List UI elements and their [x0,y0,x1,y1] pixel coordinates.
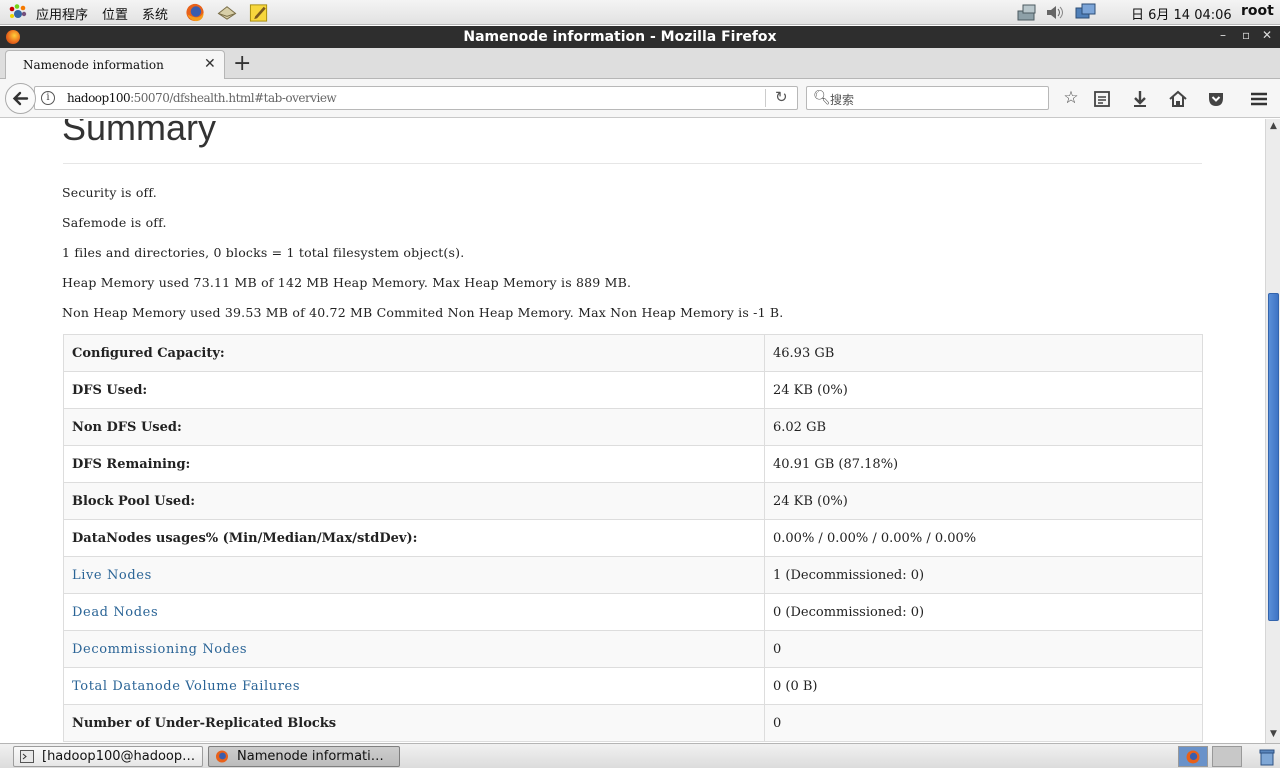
text-editor-launcher-icon[interactable] [248,2,270,23]
row-key: Non DFS Used: [63,408,765,446]
row-value: 46.93 GB [764,334,1203,372]
dead-nodes-link[interactable]: Dead Nodes [63,593,765,631]
security-status: Security is off. [62,185,157,200]
top-panel: 应用程序 位置 系统 日 6月 14 04:06 root [0,0,1280,25]
user-name[interactable]: root [1241,3,1274,19]
workspace-1[interactable] [1178,746,1208,767]
home-icon[interactable] [1167,88,1189,110]
row-value: 0 [764,630,1203,668]
new-tab-button[interactable]: + [233,51,251,76]
menu-icon[interactable] [1248,88,1270,110]
row-key: DFS Remaining: [63,445,765,483]
table-row: Dead Nodes 0 (Decommissioned: 0) [63,593,1203,631]
row-value: 24 KB (0%) [764,371,1203,409]
scroll-thumb[interactable] [1268,293,1279,621]
row-value: 0.00% / 0.00% / 0.00% / 0.00% [764,519,1203,557]
terminal-icon [20,750,34,763]
row-key: DFS Used: [63,371,765,409]
download-icon[interactable] [1129,88,1151,110]
back-arrow-icon [12,91,29,106]
bottom-taskbar: [hadoop100@hadoop… Namenode informati… [0,743,1280,768]
maximize-button[interactable]: ▫ [1242,28,1250,42]
summary-table: Configured Capacity: 46.93 GB DFS Used: 24… [63,334,1203,742]
mail-launcher-icon[interactable] [216,2,238,23]
url-text[interactable]: hadoop100:50070/dfshealth.html#tab-overv… [67,91,337,105]
row-key: Block Pool Used: [63,482,765,520]
minimize-button[interactable]: – [1220,28,1226,42]
live-nodes-link[interactable]: Live Nodes [63,556,765,594]
scroll-up-icon[interactable]: ▲ [1267,120,1280,133]
firefox-launcher-icon[interactable] [184,2,206,23]
url-host: hadoop100 [67,91,131,105]
menu-applications[interactable]: 应用程序 [36,4,88,23]
page-title: Summary [62,119,217,148]
window-title: Namenode information - Mozilla Firefox [463,29,777,45]
row-key: Configured Capacity: [63,334,765,372]
table-row: Decommissioning Nodes 0 [63,630,1203,668]
volume-failures-link[interactable]: Total Datanode Volume Failures [63,667,765,705]
row-value: 1 (Decommissioned: 0) [764,556,1203,594]
star-icon[interactable]: ☆ [1060,88,1082,110]
row-value: 0 (Decommissioned: 0) [764,593,1203,631]
display-icon[interactable] [1074,3,1096,22]
table-row: DFS Remaining: 40.91 GB (87.18%) [63,445,1203,483]
row-key: Number of Under-Replicated Blocks [63,704,765,742]
back-button[interactable] [5,83,36,114]
volume-icon[interactable] [1044,3,1066,22]
window-titlebar: Namenode information - Mozilla Firefox –… [0,26,1280,48]
table-row: DataNodes usages% (Min/Median/Max/stdDev… [63,519,1203,557]
page-content: Summary Security is off. Safemode is off… [0,119,1265,743]
row-value: 24 KB (0%) [764,482,1203,520]
network-icon[interactable] [1016,3,1038,22]
pocket-icon[interactable] [1205,88,1227,110]
tab-strip: Namenode information ✕ + [0,48,1280,80]
task-firefox[interactable]: Namenode informati… [208,746,400,767]
url-path: :50070/dfshealth.html#tab-overview [130,91,337,105]
non-heap-memory: Non Heap Memory used 39.53 MB of 40.72 M… [62,305,784,320]
row-value: 6.02 GB [764,408,1203,446]
row-key: DataNodes usages% (Min/Median/Max/stdDev… [63,519,765,557]
workspace-2[interactable] [1212,746,1242,767]
clock[interactable]: 日 6月 14 04:06 [1131,4,1232,23]
menu-system[interactable]: 系统 [142,4,168,23]
safemode-status: Safemode is off. [62,215,167,230]
table-row: Total Datanode Volume Failures 0 (0 B) [63,667,1203,705]
search-placeholder: 搜索 [830,93,855,107]
search-icon: 🔍︎ [813,90,831,106]
nav-bar: i hadoop100:50070/dfshealth.html#tab-ove… [0,79,1280,118]
row-value: 0 [764,704,1203,742]
table-row: Configured Capacity: 46.93 GB [63,334,1203,372]
reading-list-icon[interactable] [1091,88,1113,110]
site-info-icon[interactable]: i [41,91,55,105]
heap-memory: Heap Memory used 73.11 MB of 142 MB Heap… [62,275,632,290]
tab-namenode[interactable]: Namenode information ✕ [5,50,225,80]
table-row: Block Pool Used: 24 KB (0%) [63,482,1203,520]
task-label: [hadoop100@hadoop… [42,749,196,764]
row-value: 0 (0 B) [764,667,1203,705]
firefox-icon [216,750,228,763]
close-window-button[interactable]: ✕ [1262,28,1272,42]
filesystem-objects: 1 files and directories, 0 blocks = 1 to… [62,245,465,260]
table-row: DFS Used: 24 KB (0%) [63,371,1203,409]
tab-close-icon[interactable]: ✕ [204,56,216,72]
menu-places[interactable]: 位置 [102,4,128,23]
search-bar[interactable]: 🔍︎ 搜索 [806,86,1049,110]
task-terminal[interactable]: [hadoop100@hadoop… [13,746,203,767]
vertical-scrollbar[interactable]: ▲ ▼ [1265,119,1280,743]
gnome-foot-icon[interactable] [8,3,28,23]
reload-icon[interactable]: ↻ [775,88,788,106]
table-row: Live Nodes 1 (Decommissioned: 0) [63,556,1203,594]
title-divider [63,163,1202,164]
task-label: Namenode informati… [237,749,384,764]
firefox-icon [1186,750,1200,764]
decommissioning-nodes-link[interactable]: Decommissioning Nodes [63,630,765,668]
table-row: Number of Under-Replicated Blocks 0 [63,704,1203,742]
tab-title: Namenode information [23,58,164,72]
trash-icon[interactable] [1257,747,1277,767]
row-value: 40.91 GB (87.18%) [764,445,1203,483]
url-separator [765,89,766,107]
scroll-down-icon[interactable]: ▼ [1267,728,1280,741]
url-bar[interactable]: i hadoop100:50070/dfshealth.html#tab-ove… [34,86,798,110]
table-row: Non DFS Used: 6.02 GB [63,408,1203,446]
